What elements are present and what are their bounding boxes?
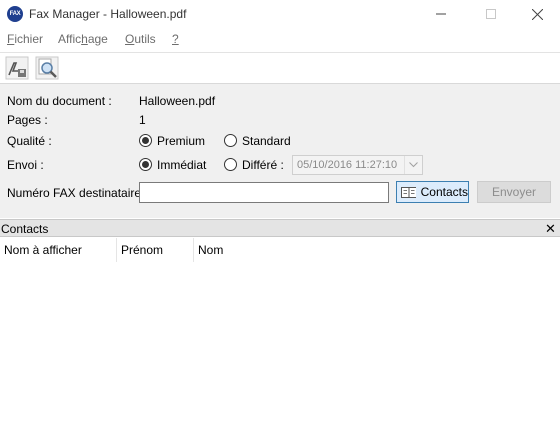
quality-premium-radio[interactable]: [139, 134, 152, 147]
deferred-datetime-value: 05/10/2016 11:27:10: [297, 159, 398, 171]
document-form: Nom du document : Halloween.pdf Pages : …: [0, 83, 560, 218]
quality-standard-radio[interactable]: [224, 134, 237, 147]
quality-label: Qualité :: [7, 134, 52, 148]
pages-value: 1: [139, 113, 146, 127]
menu-affichage-label-start: Affic: [58, 32, 82, 46]
menu-fichier-label: ichier: [14, 32, 44, 46]
minimize-button[interactable]: [418, 0, 464, 28]
menu-affichage-label-end: age: [87, 32, 108, 46]
pages-label: Pages :: [7, 113, 48, 127]
send-label: Envoi :: [7, 158, 44, 172]
menu-help-mnemonic: ?: [172, 32, 179, 46]
preview-magnifier-icon: [35, 56, 59, 80]
chevron-down-icon[interactable]: [404, 156, 422, 174]
toolbar: [0, 52, 560, 82]
minimize-icon: [436, 13, 446, 15]
maximize-button[interactable]: [468, 0, 514, 28]
pdf-export-button[interactable]: [5, 56, 29, 80]
send-deferred-radio[interactable]: [224, 158, 237, 171]
menu-fichier[interactable]: Fichier: [7, 32, 43, 46]
send-button[interactable]: Envoyer: [477, 181, 551, 203]
contacts-button[interactable]: Contacts: [396, 181, 469, 203]
fax-number-label: Numéro FAX destinataire :: [7, 186, 148, 200]
maximize-icon: [486, 9, 496, 19]
close-button[interactable]: [514, 0, 560, 28]
quality-premium-label[interactable]: Premium: [157, 134, 205, 148]
menu-outils[interactable]: Outils: [125, 32, 156, 46]
send-immediate-radio[interactable]: [139, 158, 152, 171]
close-panel-icon[interactable]: ✕: [545, 221, 556, 237]
contacts-button-label: Contacts: [420, 185, 468, 199]
document-name-label: Nom du document :: [7, 94, 112, 108]
contacts-panel-header: Contacts ✕: [0, 219, 560, 237]
pdf-export-icon: [5, 56, 29, 80]
title-bar: FAX Fax Manager - Halloween.pdf: [0, 0, 560, 28]
send-deferred-label[interactable]: Différé :: [242, 158, 284, 172]
close-icon: [531, 8, 543, 20]
window-title: Fax Manager - Halloween.pdf: [29, 7, 187, 21]
send-immediate-label[interactable]: Immédiat: [157, 158, 206, 172]
preview-button[interactable]: [35, 56, 59, 80]
column-header-last-name[interactable]: Nom: [194, 238, 560, 262]
fax-app-icon: FAX: [7, 6, 23, 22]
menu-help[interactable]: ?: [172, 32, 179, 46]
column-header-display-name[interactable]: Nom à afficher: [0, 238, 117, 262]
deferred-datetime-picker[interactable]: 05/10/2016 11:27:10: [292, 155, 423, 175]
contacts-list[interactable]: Nom à afficher Prénom Nom: [0, 238, 560, 428]
menu-outils-label: utils: [134, 32, 156, 46]
document-name-value: Halloween.pdf: [139, 94, 216, 108]
fax-number-input[interactable]: [139, 182, 389, 203]
menu-affichage[interactable]: Affichage: [58, 32, 108, 46]
menu-affichage-mnemonic: h: [81, 32, 88, 46]
menu-bar: Fichier Affichage Outils ?: [0, 30, 560, 50]
quality-standard-label[interactable]: Standard: [242, 134, 291, 148]
menu-outils-mnemonic: O: [125, 32, 135, 46]
contacts-panel-title: Contacts: [1, 222, 49, 236]
address-book-icon: [401, 186, 416, 198]
column-header-first-name[interactable]: Prénom: [117, 238, 194, 262]
